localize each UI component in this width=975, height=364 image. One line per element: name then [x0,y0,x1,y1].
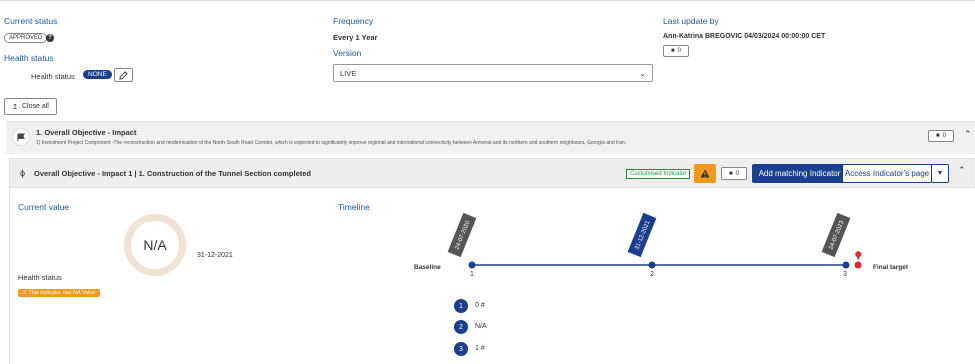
add-matching-indicator-button[interactable]: Add matching Indicator [752,164,847,183]
warning-icon [700,169,710,178]
timeline-date-tag-2: 31-12-2021 [627,212,657,258]
comment-count: 0 [677,48,681,54]
timeline-point-1 [468,261,476,269]
value-num-1: 1 [454,299,468,313]
timeline-date-tag-1: 24-07-2020 [447,212,477,258]
chevron-up-icon[interactable]: ⌃ [958,165,966,176]
access-indicator-page-button[interactable]: Access Indicator's page [842,164,932,183]
pencil-icon [119,71,128,80]
current-status-label: Current status [4,16,58,26]
current-value-donut: N/A [124,214,186,276]
objective-title: 1. Overall Objective - Impact [36,128,137,137]
timeline-num-2: 2 [650,271,654,278]
health-status-badge: NONE [83,70,112,79]
comments-button[interactable]: ■ 0 [663,45,689,57]
indicator-comments-button[interactable]: ■ 0 [721,167,747,180]
warning-button[interactable] [694,164,716,183]
na-warning-badge: ⚠ This indicator has NA Value [18,289,100,297]
baseline-label: Baseline [414,264,441,271]
objective-description: 1) Investment Project Component -The rec… [36,140,627,146]
value-3: 1 # [475,345,485,352]
top-border [0,0,975,3]
help-icon[interactable]: ? [46,34,54,42]
current-value-number: N/A [143,237,167,253]
chevron-down-icon: ⌄ [639,68,646,78]
status-badge: APPROVED [4,33,48,43]
indicator-title: Overall Objective - Impact 1 | 1. Constr… [34,169,312,178]
last-update-value: Ann-Katrina BREGOVIC 04/03/2024 00:00:00… [663,33,826,40]
lightning-icon: ϕ [20,168,26,178]
close-all-label: Close all [22,103,49,110]
warning-icon: ⚠ [22,290,27,296]
indicator-dropdown-button[interactable]: ▼ [931,164,949,183]
current-value-date: 31-12-2021 [197,252,233,259]
value-2: N/A [475,323,487,330]
timeline-chart: Baseline Final target 1 2 3 24-07-2020 3… [414,212,909,278]
map-pin-icon [855,251,862,261]
final-target-label: Final target [873,264,909,271]
objective-section[interactable]: 1. Overall Objective - Impact 1) Investm… [6,121,975,154]
caret-down-icon: ▼ [936,170,944,177]
comment-icon: ■ [671,48,675,54]
timeline-point-2 [648,261,656,269]
value-1: 0 # [475,302,485,309]
customised-indicator-tag: Customised Indicator [626,169,691,179]
close-all-button[interactable]: ↥ Close all [4,98,57,115]
frequency-label: Frequency [333,16,374,26]
health-status-title: Health status [4,53,54,63]
indicator-header[interactable]: ϕ Overall Objective - Impact 1 | 1. Cons… [9,158,975,188]
version-label: Version [333,48,362,58]
objective-comments-button[interactable]: ■ 0 [928,130,954,142]
na-warning-text: This indicator has NA Value [28,290,96,296]
final-target-point [854,261,862,269]
comment-icon: ■ [936,133,940,139]
timeline-num-3: 3 [843,271,847,278]
version-select[interactable]: LIVE ⌄ [333,64,653,82]
timeline-num-1: 1 [470,271,474,278]
last-update-label: Last update by [663,16,719,26]
card-health-status-label: Health status [18,273,62,282]
indicator-comment-count: 0 [735,170,739,177]
timeline-point-3 [842,261,850,269]
flag-icon [12,128,30,146]
value-num-3: 3 [454,342,468,356]
frequency-value: Every 1 Year [333,33,378,42]
chevron-up-icon[interactable]: ⌃ [964,129,972,140]
timeline-date-tag-3: 24-07-2023 [821,212,851,258]
health-status-label: Health status [31,72,75,81]
timeline-label: Timeline [338,202,370,212]
edit-health-button[interactable] [114,68,133,82]
comment-icon: ■ [729,170,733,177]
objective-comment-count: 0 [942,133,946,139]
collapse-arrow-icon: ↥ [12,103,18,111]
version-select-value: LIVE [340,68,357,78]
value-num-2: 2 [454,320,468,334]
current-value-label: Current value [18,202,70,212]
